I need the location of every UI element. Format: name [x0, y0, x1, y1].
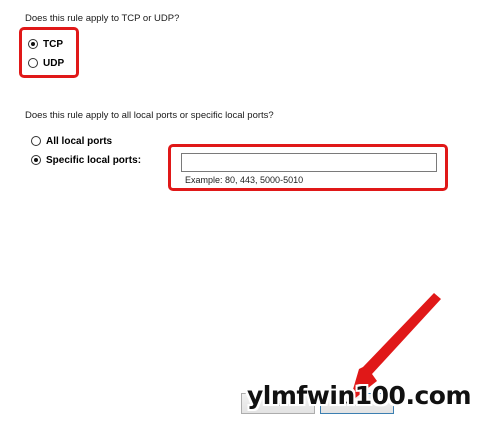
watermark-text: ylmfwin100.com: [247, 381, 471, 410]
red-arrow-icon: [349, 293, 441, 403]
